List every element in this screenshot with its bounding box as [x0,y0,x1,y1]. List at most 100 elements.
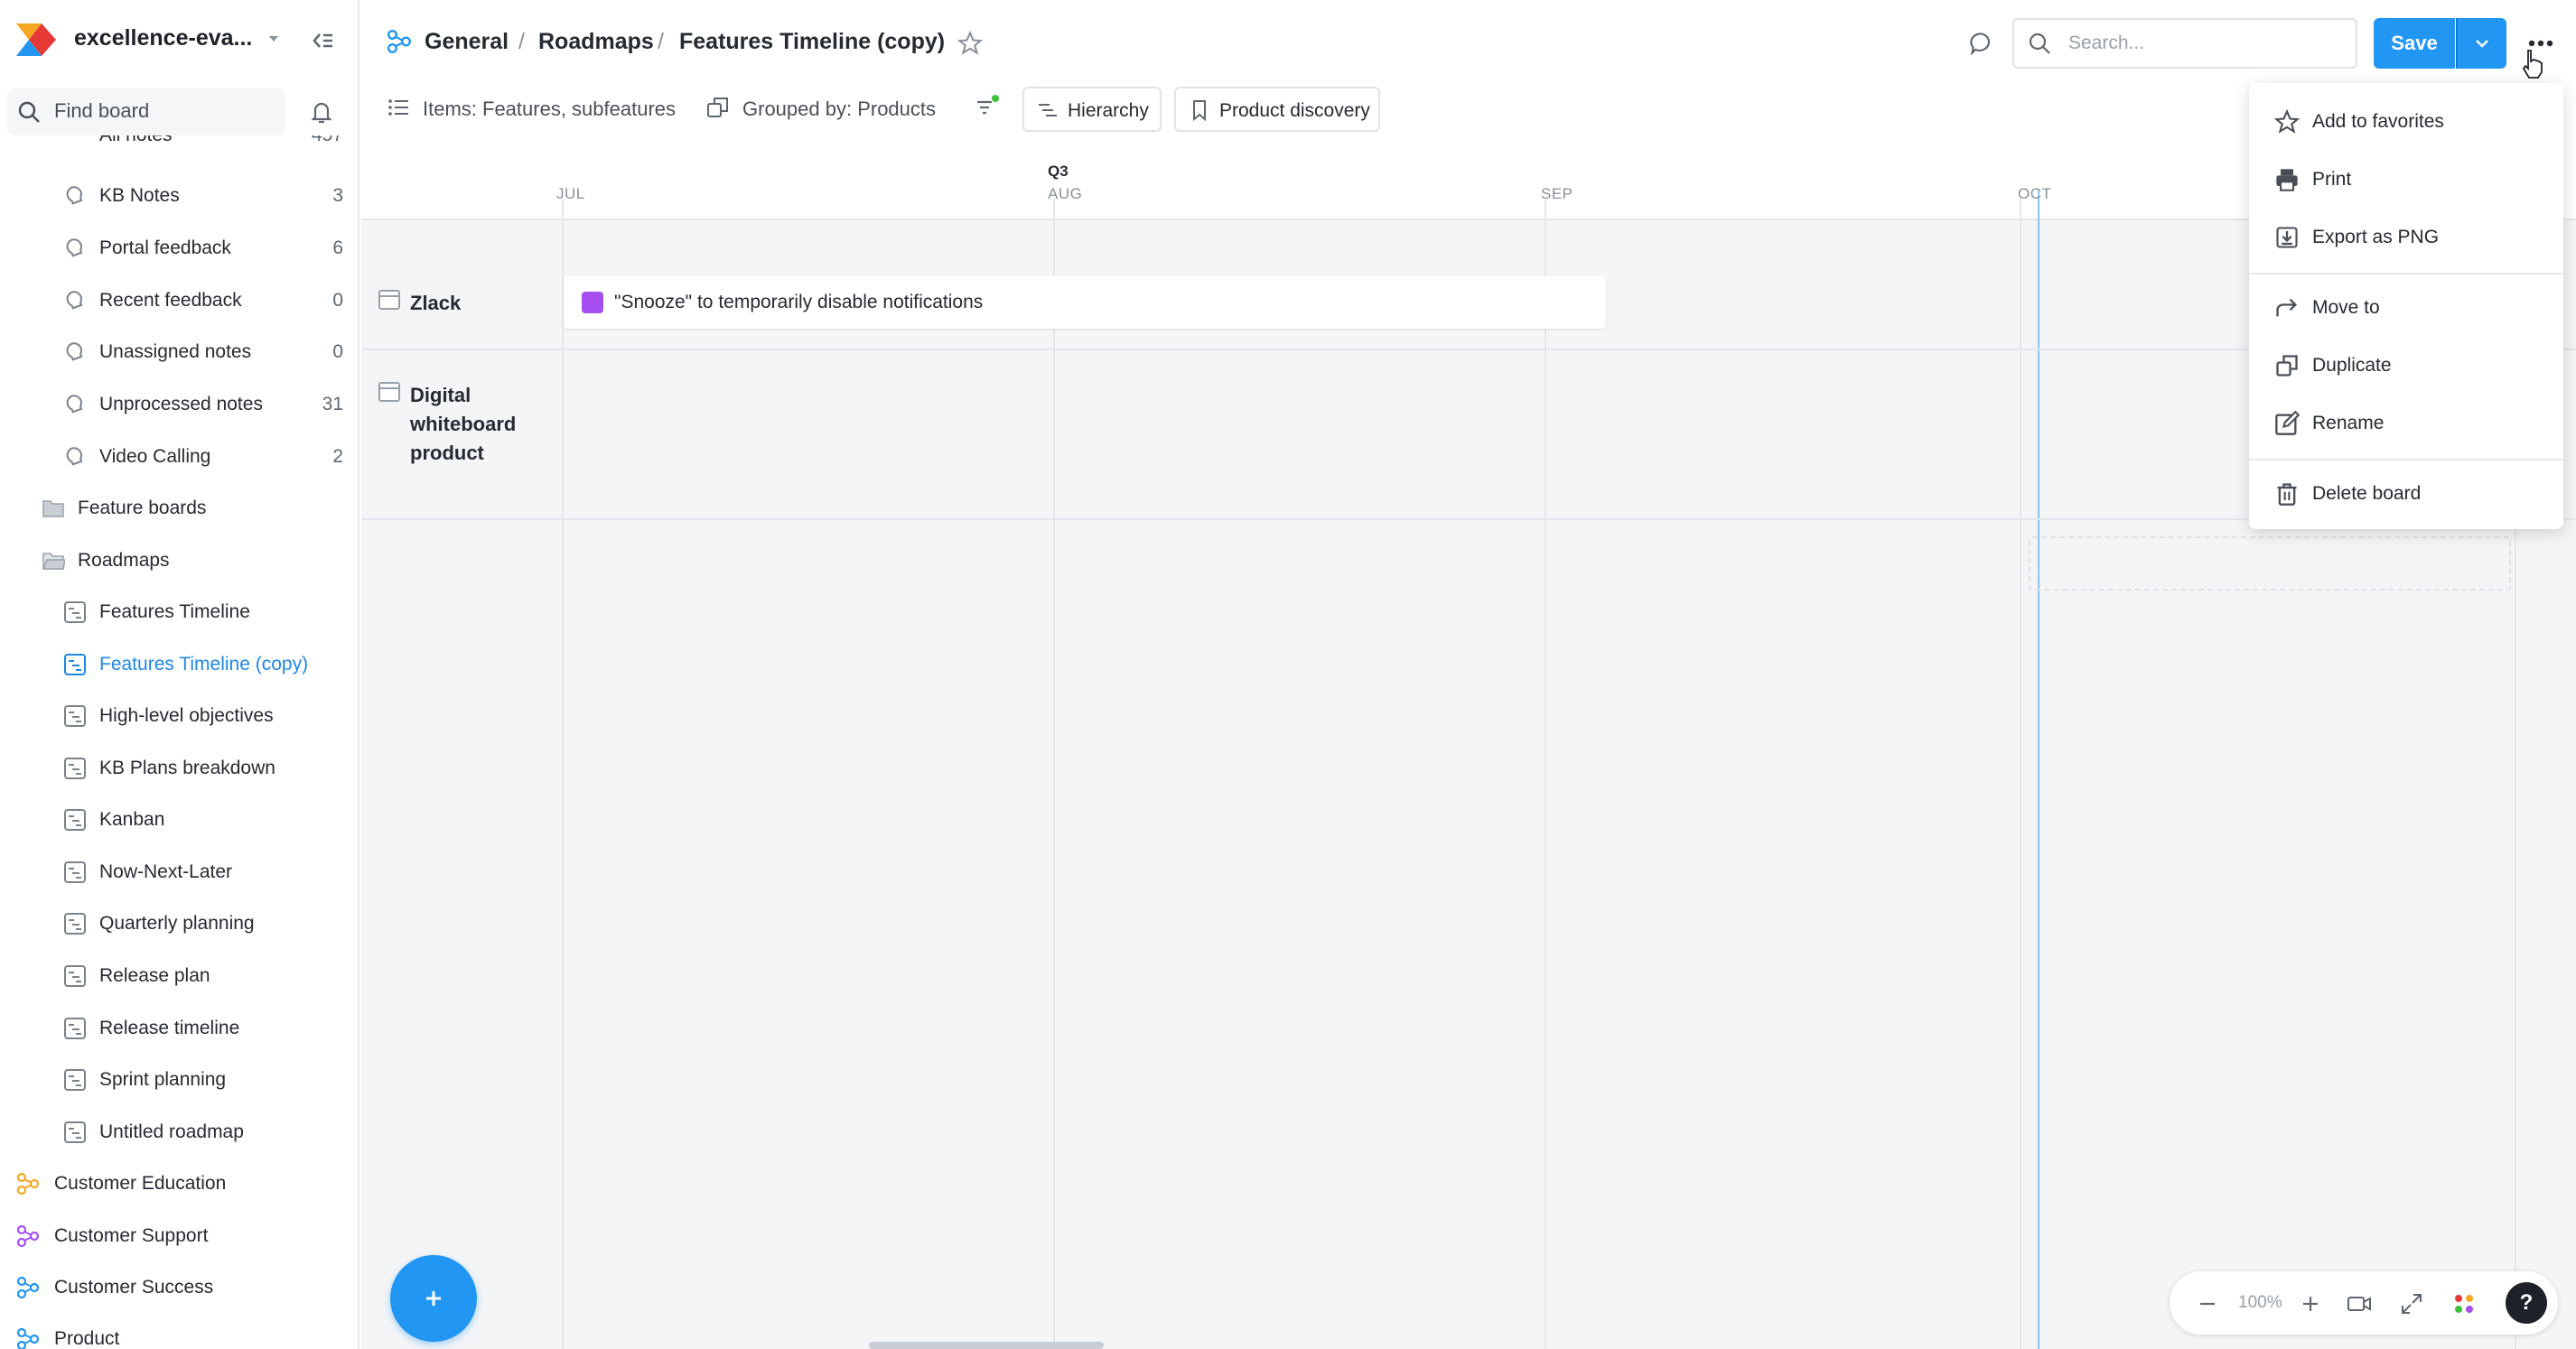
zoom-out-icon[interactable] [2197,1293,2218,1315]
sidebar-item-features-timeline-copy[interactable]: Features Timeline (copy) [0,640,359,689]
lightbulb-icon [66,291,83,310]
sidebar-space-customer-support[interactable]: Customer Support [0,1212,359,1261]
items-filter[interactable]: Items: Features, subfeatures [423,98,676,121]
product-icon [378,290,400,310]
product-discovery-label: Product discovery [1219,100,1370,121]
sidebar-item-portal-feedback[interactable]: Portal feedback 6 [0,224,359,273]
sidebar-item-label: Kanban [99,809,165,830]
roadmap-icon [64,1069,86,1091]
breadcrumb-general[interactable]: General [425,29,509,55]
sidebar-item-unprocessed-notes[interactable]: Unprocessed notes 31 [0,380,359,429]
hierarchy-label: Hierarchy [1068,100,1149,121]
sidebar-item-untitled-roadmap[interactable]: Untitled roadmap [0,1108,359,1157]
pointer-cursor-icon [2522,50,2543,79]
month-gridline [2020,199,2021,1349]
apps-icon[interactable] [2451,1291,2477,1316]
export-icon [2276,227,2298,248]
lightbulb-icon [66,447,83,466]
sidebar-item-label: Unassigned notes [99,341,252,362]
group-label[interactable]: Zlack [410,289,555,318]
sidebar-item-quarterly-planning[interactable]: Quarterly planning [0,899,359,948]
sidebar-item-release-plan[interactable]: Release plan [0,952,359,1000]
month-gridline [562,199,564,1349]
menu-item-print[interactable]: Print [2249,151,2563,209]
sidebar-item-count: 0 [332,341,343,362]
menu-item-add-to-favorites[interactable]: Add to favorites [2249,93,2563,151]
search-input[interactable] [2012,18,2357,69]
help-button[interactable]: ? [2506,1282,2547,1324]
sidebar-item-release-timeline[interactable]: Release timeline [0,1004,359,1053]
video-icon[interactable] [2347,1291,2372,1316]
search-icon [18,101,40,123]
workspace-logo[interactable] [14,22,58,58]
zoom-in-icon[interactable] [2300,1293,2321,1315]
folder-open-icon [42,553,65,570]
quarter-label: Q3 [1048,163,1069,180]
today-marker [2038,190,2039,1349]
sidebar-folder-roadmaps[interactable]: Roadmaps [0,536,359,585]
sidebar-item-label: Product [54,1328,120,1349]
breadcrumb-roadmaps[interactable]: Roadmaps [538,29,654,55]
menu-item-export-as-png[interactable]: Export as PNG [2249,209,2563,266]
sidebar-item-count: 3 [332,185,343,206]
horizontal-scrollbar[interactable] [869,1342,1104,1349]
menu-item-move-to[interactable]: Move to [2249,279,2563,337]
menu-item-label: Add to favorites [2312,111,2444,132]
sidebar-item-video-calling[interactable]: Video Calling 2 [0,433,359,481]
sidebar-space-customer-success[interactable]: Customer Success [0,1263,359,1312]
workspace-name[interactable]: excellence-eva... [74,25,252,51]
sidebar-item-now-next-later[interactable]: Now-Next-Later [0,848,359,897]
sidebar-space-product[interactable]: Product [0,1315,359,1349]
month-label: AUG [1048,185,1083,202]
menu-item-duplicate[interactable]: Duplicate [2249,337,2563,395]
collapse-sidebar-icon[interactable] [311,29,334,52]
bell-icon[interactable] [309,99,334,125]
filter-icon[interactable] [974,94,1001,121]
lightbulb-icon [66,395,83,414]
sidebar-item-label: Features Timeline (copy) [99,654,309,674]
sidebar-item-kb-plans-breakdown[interactable]: KB Plans breakdown [0,744,359,793]
sidebar-item-count: 2 [332,446,343,467]
sidebar-item-kanban[interactable]: Kanban [0,795,359,844]
save-options-button[interactable] [2456,18,2506,69]
menu-divider [2249,459,2563,461]
sidebar-item-label: Sprint planning [99,1069,227,1090]
add-item-button[interactable] [390,1255,477,1342]
product-discovery-button[interactable]: Product discovery [1174,87,1380,132]
group-label[interactable]: Digital whiteboard product [410,381,555,468]
sidebar-item-recent-feedback[interactable]: Recent feedback 0 [0,276,359,325]
roadmap-icon [64,1018,86,1039]
product-icon [378,382,400,402]
printer-icon [2276,169,2298,191]
feature-card[interactable]: "Snooze" to temporarily disable notifica… [564,276,1606,329]
sidebar-item-kb-notes[interactable]: KB Notes 3 [0,172,359,220]
favorite-star-icon[interactable] [957,31,983,56]
move-arrow-icon [2276,298,2297,317]
sidebar-item-high-level-objectives[interactable]: High-level objectives [0,692,359,740]
feature-color-swatch [582,292,603,313]
menu-item-rename[interactable]: Rename [2249,395,2563,452]
hierarchy-button[interactable]: Hierarchy [1022,87,1162,132]
menu-item-label: Delete board [2312,483,2422,504]
timeline-canvas[interactable] [361,220,2576,1349]
grouped-by-filter[interactable]: Grouped by: Products [742,98,936,121]
roadmap-icon [64,965,86,987]
roadmap-icon [64,705,86,727]
sidebar-item-label: Recent feedback [99,290,242,311]
zoom-level: 100% [2238,1293,2282,1312]
roadmap-icon [64,1121,86,1143]
sidebar-item-label: Portal feedback [99,237,231,258]
page-title[interactable]: Features Timeline (copy) [679,29,945,55]
sidebar-folder-feature-boards[interactable]: Feature boards [0,484,359,533]
comment-icon[interactable] [1969,31,1994,56]
workspace-dropdown-icon[interactable] [267,34,280,43]
sidebar-space-customer-education[interactable]: Customer Education [0,1159,359,1208]
sidebar-item-features-timeline[interactable]: Features Timeline [0,588,359,637]
sidebar-item-sprint-planning[interactable]: Sprint planning [0,1056,359,1104]
sidebar-item-label: Release timeline [99,1018,240,1038]
sidebar-item-unassigned-notes[interactable]: Unassigned notes 0 [0,328,359,377]
menu-item-delete-board[interactable]: Delete board [2249,465,2563,523]
save-button[interactable]: Save [2374,18,2455,69]
sidebar-item-label: Now-Next-Later [99,861,233,882]
fullscreen-icon[interactable] [2399,1291,2424,1316]
